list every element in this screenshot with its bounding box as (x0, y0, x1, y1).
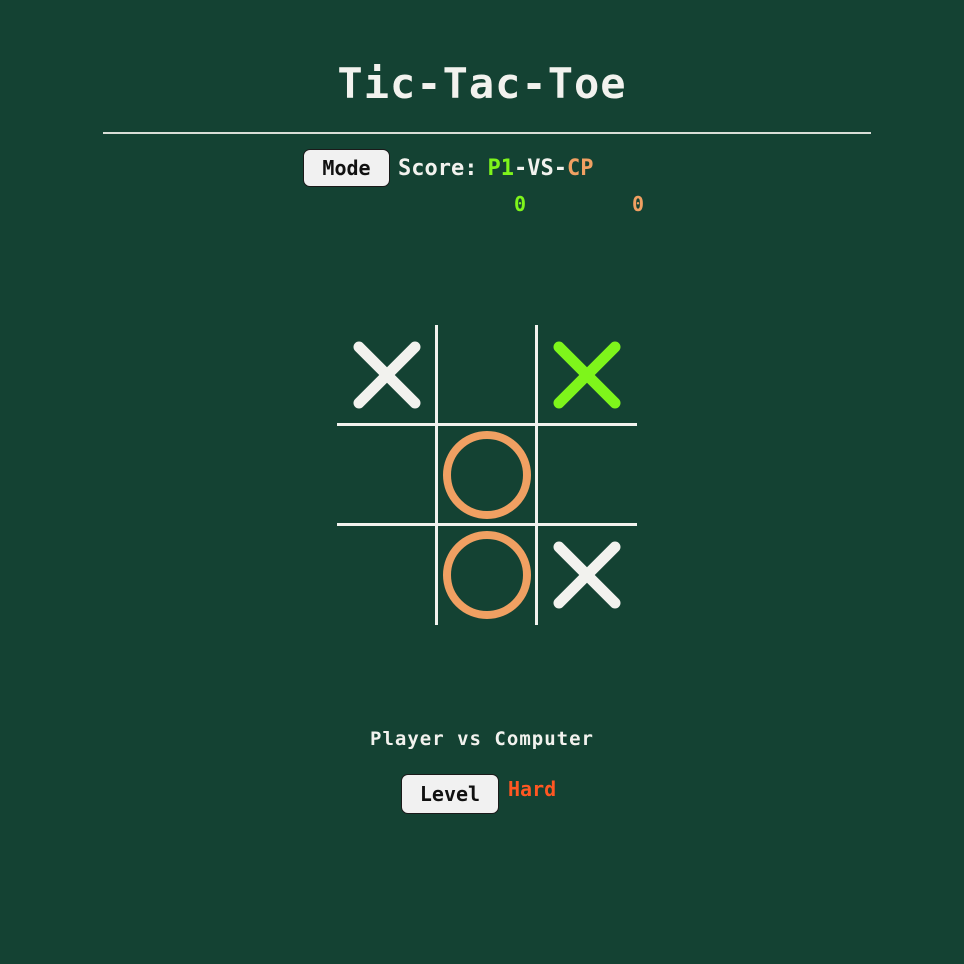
x-mark-icon (353, 341, 421, 409)
level-value: Hard (508, 777, 557, 801)
computer-score: 0 (631, 192, 645, 216)
board-cell-4[interactable] (337, 425, 437, 525)
game-mode-text: Player vs Computer (370, 728, 594, 750)
x-mark-icon (553, 341, 621, 409)
scoreboard: Score: P1 -VS- CP (398, 152, 593, 184)
board-cell-7[interactable] (337, 525, 437, 625)
o-mark-icon (443, 431, 531, 519)
player-one-label: P1 (487, 155, 514, 181)
board-cell-3[interactable] (537, 325, 637, 425)
board-cell-5[interactable] (437, 425, 537, 525)
o-ring (443, 431, 531, 519)
title-divider (103, 132, 871, 134)
mode-button[interactable]: Mode (303, 149, 390, 187)
board-cell-2[interactable] (437, 325, 537, 425)
score-label: Score: (398, 155, 478, 181)
o-mark-icon (443, 531, 531, 619)
board-cell-1[interactable] (337, 325, 437, 425)
x-mark-icon (553, 541, 621, 609)
player-one-score: 0 (513, 192, 527, 216)
level-button[interactable]: Level (401, 774, 499, 814)
board-cell-9[interactable] (537, 525, 637, 625)
board-cell-8[interactable] (437, 525, 537, 625)
board-cell-6[interactable] (537, 425, 637, 525)
o-ring (443, 531, 531, 619)
versus-label: -VS- (513, 155, 567, 181)
computer-label: CP (566, 155, 594, 181)
game-title: Tic-Tac-Toe (337, 59, 627, 108)
game-board (337, 325, 637, 625)
